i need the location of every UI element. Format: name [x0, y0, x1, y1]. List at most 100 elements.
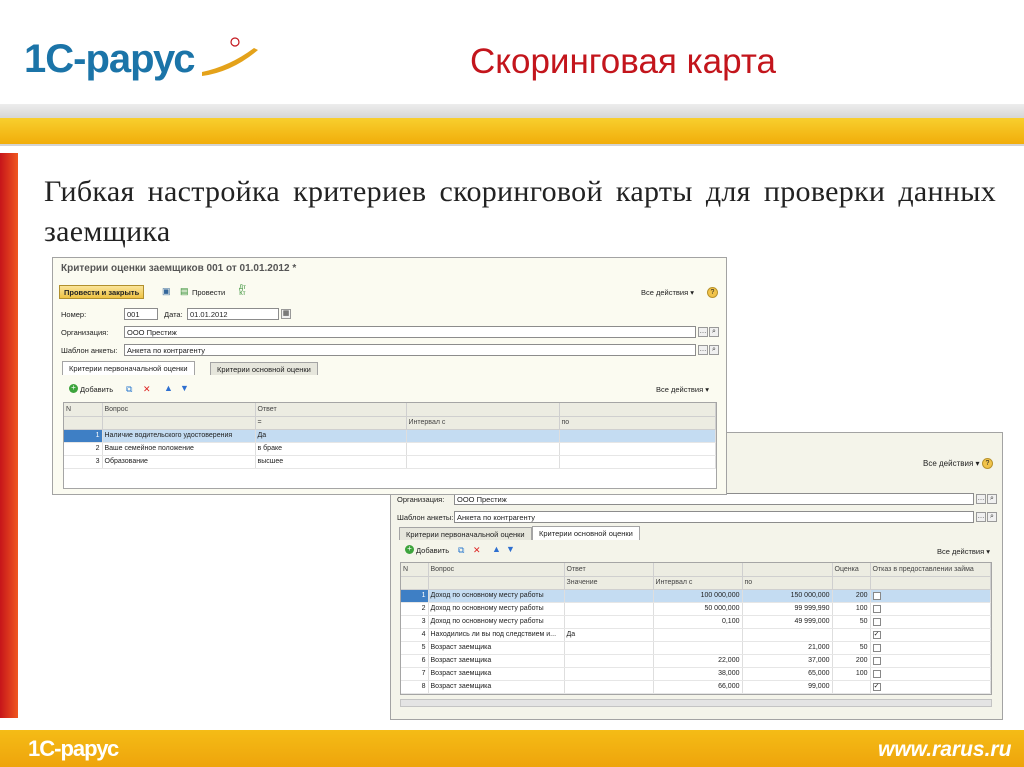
- post-icon[interactable]: ▤: [180, 286, 189, 296]
- col-refuse[interactable]: Отказ в предоставлении займа: [870, 563, 991, 577]
- move-up-icon[interactable]: ▲: [164, 383, 173, 393]
- cell-value[interactable]: [564, 641, 654, 655]
- cell-question[interactable]: Ваше семейное положение: [102, 442, 256, 456]
- help-icon[interactable]: ?: [982, 458, 993, 469]
- add-icon[interactable]: +: [69, 384, 78, 393]
- table-row[interactable]: 1 Наличие водительского удостоверения Да: [64, 429, 716, 443]
- cell-to[interactable]: 150 000,000: [742, 589, 833, 603]
- refuse-checkbox[interactable]: [872, 643, 881, 652]
- cell-n[interactable]: 5: [401, 641, 429, 655]
- table-all-actions-menu[interactable]: Все действия ▾: [937, 547, 990, 556]
- add-button[interactable]: Добавить: [416, 546, 449, 555]
- add-icon[interactable]: +: [405, 545, 414, 554]
- cell-value[interactable]: [564, 589, 654, 603]
- table-row[interactable]: 7 Возраст заемщика 38,000 65,000 100: [401, 667, 991, 681]
- cell-to[interactable]: 65,000: [742, 667, 833, 681]
- all-actions-menu[interactable]: Все действия ▾: [641, 288, 694, 297]
- cell-to[interactable]: 99,000: [742, 680, 833, 694]
- cell-n[interactable]: 2: [401, 602, 429, 616]
- col-question[interactable]: Вопрос: [428, 563, 565, 577]
- col-to[interactable]: по: [742, 576, 833, 590]
- cell-question[interactable]: Возраст заемщика: [428, 641, 565, 655]
- cell-score[interactable]: 100: [832, 602, 871, 616]
- add-button[interactable]: Добавить: [80, 385, 113, 394]
- table-row[interactable]: 1 Доход по основному месту работы 100 000,…: [401, 589, 991, 603]
- cell-question[interactable]: Доход по основному месту работы: [428, 602, 565, 616]
- cell-question[interactable]: Доход по основному месту работы: [428, 615, 565, 629]
- move-up-icon[interactable]: ▲: [492, 544, 501, 554]
- cell-n[interactable]: 6: [401, 654, 429, 668]
- cell-score[interactable]: 50: [832, 615, 871, 629]
- col-to[interactable]: по: [559, 416, 716, 430]
- copy-icon[interactable]: ⧉: [458, 545, 464, 555]
- cell-answer[interactable]: Да: [255, 429, 407, 443]
- org-select-button[interactable]: …: [698, 327, 708, 337]
- table-row[interactable]: 4 Находились ли вы под следствием и... Да ✓: [401, 628, 991, 642]
- table-all-actions-menu[interactable]: Все действия ▾: [656, 385, 709, 394]
- cell-n[interactable]: 3: [64, 455, 103, 469]
- post-button[interactable]: Провести: [192, 288, 225, 297]
- cell-question[interactable]: Доход по основному месту работы: [428, 589, 565, 603]
- table-row[interactable]: 2 Доход по основному месту работы 50 000,0…: [401, 602, 991, 616]
- move-down-icon[interactable]: ▼: [180, 383, 189, 393]
- tab-main-criteria[interactable]: Критерии основной оценки: [210, 362, 318, 375]
- cell-value[interactable]: [564, 667, 654, 681]
- cell-n[interactable]: 4: [401, 628, 429, 642]
- cell-n[interactable]: 1: [401, 589, 429, 603]
- template-field[interactable]: Анкета по контрагенту: [454, 511, 974, 523]
- col-n[interactable]: N: [401, 563, 429, 577]
- table-row[interactable]: 5 Возраст заемщика 21,000 50: [401, 641, 991, 655]
- delete-icon[interactable]: ✕: [473, 545, 481, 555]
- cell-value[interactable]: [564, 602, 654, 616]
- tab-main-criteria[interactable]: Критерии основной оценки: [532, 526, 640, 540]
- col-interval-from[interactable]: Интервал с: [406, 416, 560, 430]
- cell-from[interactable]: [653, 641, 743, 655]
- cell-empty[interactable]: [406, 442, 560, 456]
- org-field[interactable]: ООО Престиж: [124, 326, 696, 338]
- cell-value[interactable]: [564, 680, 654, 694]
- cell-to[interactable]: 37,000: [742, 654, 833, 668]
- cell-score[interactable]: 50: [832, 641, 871, 655]
- cell-to[interactable]: 21,000: [742, 641, 833, 655]
- table-row[interactable]: 8 Возраст заемщика 66,000 99,000 ✓: [401, 680, 991, 694]
- tab-initial-criteria[interactable]: Критерии первоначальной оценки: [62, 361, 195, 375]
- refuse-checkbox[interactable]: [872, 591, 881, 600]
- cell-answer[interactable]: высшее: [255, 455, 407, 469]
- copy-icon[interactable]: ⧉: [126, 384, 132, 394]
- org-search-icon[interactable]: ⌕: [709, 327, 719, 337]
- cell-from[interactable]: 0,100: [653, 615, 743, 629]
- org-search-icon[interactable]: ⌕: [987, 494, 997, 504]
- col-value[interactable]: Значение: [564, 576, 654, 590]
- cell-from[interactable]: 66,000: [653, 680, 743, 694]
- cell-n[interactable]: 1: [64, 429, 103, 443]
- calendar-icon[interactable]: ▦: [281, 309, 291, 319]
- all-actions-menu[interactable]: Все действия ▾: [923, 459, 980, 468]
- cell-value[interactable]: Да: [564, 628, 654, 642]
- table-row[interactable]: 3 Доход по основному месту работы 0,100 49 …: [401, 615, 991, 629]
- col-eq[interactable]: =: [255, 416, 407, 430]
- cell-from[interactable]: 22,000: [653, 654, 743, 668]
- number-field[interactable]: 001: [124, 308, 158, 320]
- col-n[interactable]: N: [64, 403, 103, 417]
- col-interval-from[interactable]: Интервал с: [653, 576, 743, 590]
- cell-value[interactable]: [564, 654, 654, 668]
- refuse-checkbox[interactable]: ✓: [872, 682, 881, 691]
- cell-score[interactable]: 100: [832, 667, 871, 681]
- cell-empty[interactable]: [406, 429, 560, 443]
- cell-empty[interactable]: [559, 455, 716, 469]
- table-row[interactable]: 6 Возраст заемщика 22,000 37,000 200: [401, 654, 991, 668]
- save-icon[interactable]: ▣: [162, 286, 171, 296]
- cell-question[interactable]: Образование: [102, 455, 256, 469]
- tab-initial-criteria[interactable]: Критерии первоначальной оценки: [399, 527, 532, 540]
- template-search-icon[interactable]: ⌕: [709, 345, 719, 355]
- refuse-checkbox[interactable]: [872, 656, 881, 665]
- col-answer[interactable]: Ответ: [564, 563, 654, 577]
- cell-to[interactable]: [742, 628, 833, 642]
- help-icon[interactable]: ?: [707, 287, 718, 298]
- cell-score[interactable]: 200: [832, 589, 871, 603]
- cell-from[interactable]: [653, 628, 743, 642]
- cell-question[interactable]: Наличие водительского удостоверения: [102, 429, 256, 443]
- org-select-button[interactable]: …: [976, 494, 986, 504]
- cell-question[interactable]: Находились ли вы под следствием и...: [428, 628, 565, 642]
- cell-empty[interactable]: [559, 442, 716, 456]
